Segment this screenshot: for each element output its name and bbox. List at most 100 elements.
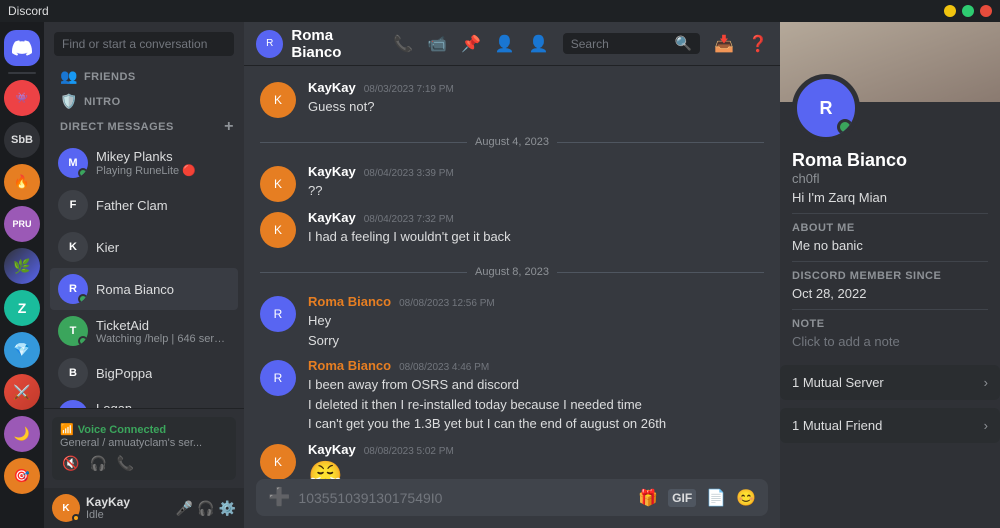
user-mic-button[interactable]: 🎤 (176, 500, 193, 517)
dm-item-logan[interactable]: L Logan Playing RuneLite 🔴 (50, 394, 238, 408)
dm-item-bigpoppa[interactable]: B BigPoppa (50, 352, 238, 394)
msg-author-5: Roma Bianco (308, 358, 391, 373)
voice-mute-button[interactable]: 🔇 (60, 453, 81, 474)
user-settings-button[interactable]: ⚙️ (219, 500, 236, 517)
titlebar-title: Discord (8, 4, 49, 18)
online-indicator (837, 119, 853, 135)
server-icon-3[interactable]: 🔥 (4, 164, 40, 200)
member-since-date: Oct 28, 2022 (792, 286, 988, 301)
mutual-friend-chevron: › (984, 418, 988, 433)
discord-home-button[interactable] (4, 30, 40, 66)
msg-time-5: 08/08/2023 4:46 PM (399, 362, 489, 373)
mutual-server-item[interactable]: 1 Mutual Server › (780, 365, 1000, 400)
search-box: 🔍 (563, 33, 700, 54)
message-group-4: R Roma Bianco 08/08/2023 12:56 PM Hey So… (260, 292, 764, 352)
about-me-title: ABOUT ME (792, 222, 988, 234)
server-icon-1[interactable]: 👾 (4, 80, 40, 116)
server-icon-9[interactable]: 🌙 (4, 416, 40, 452)
msg-author-4: Roma Bianco (308, 294, 391, 309)
nitro-label[interactable]: Nitro (84, 96, 121, 108)
close-button[interactable] (980, 5, 992, 17)
chat-header: R Roma Bianco 📞 📹 📌 👤 👤 🔍 📥 ❓ (244, 22, 780, 66)
profile-body: Roma Bianco ch0fl Hi I'm Zarq Mian ABOUT… (780, 150, 1000, 361)
date-text-aug4: August 4, 2023 (475, 136, 549, 148)
add-file-icon[interactable]: ➕ (268, 487, 290, 508)
gif-icon[interactable]: GIF (668, 489, 696, 507)
server-sidebar: 👾 SbB 🔥 PRU 🌿 Z 💎 ⚔️ 🌙 🎯 (0, 22, 44, 528)
dm-item-roma-bianco[interactable]: R Roma Bianco (50, 268, 238, 310)
friends-label[interactable]: Friends (84, 71, 136, 83)
nitro-section-header: 🛡️ Nitro (44, 89, 244, 114)
inbox-icon[interactable]: 📥 (714, 34, 734, 54)
dm-item-kier[interactable]: K Kier (50, 226, 238, 268)
gift-icon[interactable]: 🎁 (638, 488, 658, 508)
dm-item-mikey-planks[interactable]: M Mikey Planks Playing RuneLite 🔴 (50, 142, 238, 184)
msg-content-5: Roma Bianco 08/08/2023 4:46 PM I been aw… (308, 358, 764, 434)
voice-status: 📶 Voice Connected General / amuatyclam's… (44, 408, 244, 488)
user-profile-icon[interactable]: 👤 (529, 34, 549, 54)
pin-icon[interactable]: 📌 (461, 34, 481, 54)
msg-author-6: KayKay (308, 442, 356, 457)
avatar-ticketaid: T (58, 316, 88, 346)
titlebar: Discord (0, 0, 1000, 22)
msg-content-4: Roma Bianco 08/08/2023 12:56 PM Hey Sorr… (308, 294, 764, 350)
dm-name-logan: Logan (96, 401, 196, 408)
dm-sub-mikey: Playing RuneLite 🔴 (96, 164, 196, 177)
user-status-dot (72, 514, 80, 522)
dm-item-ticketaid[interactable]: T TicketAid Watching /help | 646 servers (50, 310, 238, 352)
date-text-aug8: August 8, 2023 (475, 266, 549, 278)
status-dot-mikey (78, 168, 88, 178)
server-icon-8[interactable]: ⚔️ (4, 374, 40, 410)
message-group-3: K KayKay 08/04/2023 7:32 PM I had a feel… (260, 208, 764, 250)
profile-divider-3 (792, 309, 988, 310)
input-area: ➕ 🎁 GIF 📄 😊 (244, 479, 780, 528)
voice-deafen-button[interactable]: 🎧 (87, 453, 108, 474)
user-panel: K KayKay Idle 🎤 🎧 ⚙️ (44, 488, 244, 528)
note-input[interactable]: Click to add a note (792, 334, 988, 349)
help-icon[interactable]: ❓ (748, 34, 768, 54)
voice-leave-button[interactable]: 📞 (115, 453, 136, 474)
server-icon-10[interactable]: 🎯 (4, 458, 40, 494)
phone-icon[interactable]: 📞 (393, 34, 413, 54)
server-icon-prual[interactable]: PRU (4, 206, 40, 242)
dm-sidebar: 👥 Friends 🛡️ Nitro DIRECT MESSAGES + M M… (44, 22, 244, 528)
mutual-friend-label: 1 Mutual Friend (792, 418, 882, 433)
dm-list: M Mikey Planks Playing RuneLite 🔴 F Fath… (44, 140, 244, 408)
user-headphones-button[interactable]: 🎧 (197, 500, 214, 517)
message-input[interactable] (298, 490, 630, 506)
main-chat-area: R Roma Bianco 📞 📹 📌 👤 👤 🔍 📥 ❓ K (244, 22, 780, 528)
dm-name-kier: Kier (96, 240, 119, 255)
emoji-icon[interactable]: 😊 (736, 488, 756, 508)
msg-text-2: ?? (308, 181, 764, 201)
mutual-friend-item[interactable]: 1 Mutual Friend › (780, 408, 1000, 443)
file-icon[interactable]: 📄 (706, 488, 726, 508)
msg-avatar-kaykay-2: K (260, 166, 296, 202)
chat-search-input[interactable] (571, 37, 671, 51)
voice-icons: 🔇 🎧 📞 (60, 453, 228, 474)
profile-avatar-area: R (780, 74, 1000, 142)
message-group-5: R Roma Bianco 08/08/2023 4:46 PM I been … (260, 356, 764, 436)
msg-avatar-kaykay-6: K (260, 444, 296, 480)
server-divider (8, 72, 36, 74)
dm-name-bigpoppa: BigPoppa (96, 366, 152, 381)
minimize-button[interactable] (944, 5, 956, 17)
server-icon-sbb[interactable]: SbB (4, 122, 40, 158)
video-icon[interactable]: 📹 (427, 34, 447, 54)
add-member-icon[interactable]: 👤 (495, 34, 515, 54)
msg-time-3: 08/04/2023 7:32 PM (364, 214, 454, 225)
maximize-button[interactable] (962, 5, 974, 17)
server-icon-7[interactable]: 💎 (4, 332, 40, 368)
msg-author-2: KayKay (308, 164, 356, 179)
msg-content-1: KayKay 08/03/2023 7:19 PM Guess not? (308, 80, 764, 118)
server-icon-5[interactable]: 🌿 (4, 248, 40, 284)
add-dm-button[interactable]: + (224, 118, 234, 136)
dm-item-father-clam[interactable]: F Father Clam (50, 184, 238, 226)
voice-channel-text: General / amuatyclam's ser... (60, 437, 228, 449)
server-icon-z[interactable]: Z (4, 290, 40, 326)
dm-search-area (44, 22, 244, 64)
message-group-1: K KayKay 08/03/2023 7:19 PM Guess not? (260, 78, 764, 120)
msg-author-3: KayKay (308, 210, 356, 225)
dm-section-header: 👥 Friends (44, 64, 244, 89)
avatar-logan: L (58, 400, 88, 408)
dm-search-input[interactable] (54, 32, 234, 56)
